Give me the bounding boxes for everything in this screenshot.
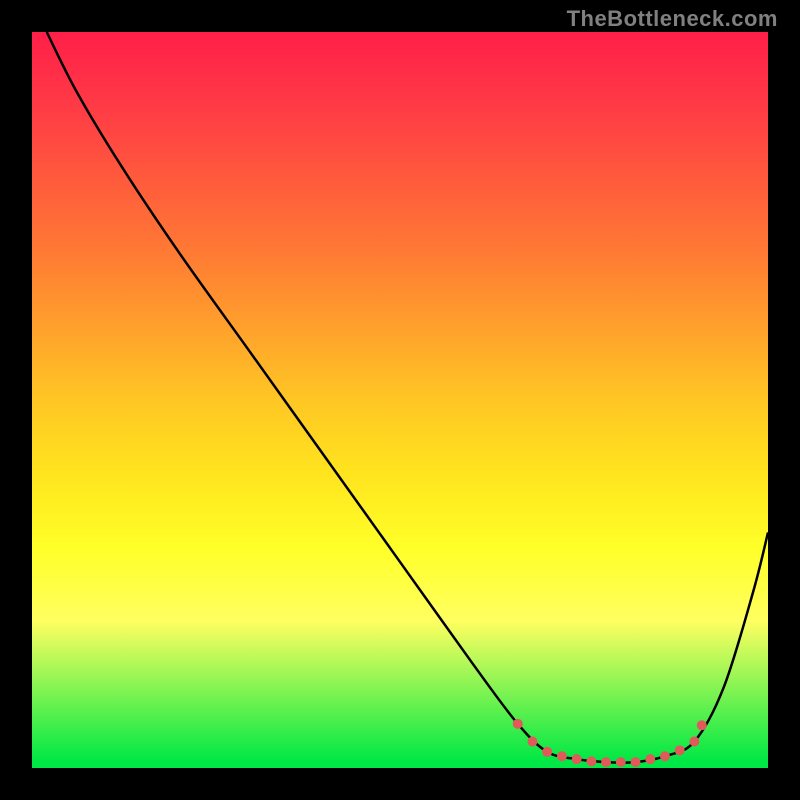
credit-text: TheBottleneck.com: [567, 6, 778, 32]
valley-marker-dot: [660, 751, 670, 761]
valley-marker-dot: [616, 757, 626, 767]
valley-marker-dot: [675, 745, 685, 755]
bottleneck-curve: [47, 32, 768, 763]
plot-area: [32, 32, 768, 768]
valley-marker-dot: [601, 757, 611, 767]
chart-frame: TheBottleneck.com: [0, 0, 800, 800]
valley-marker-dot: [631, 757, 641, 767]
valley-marker-dot: [527, 737, 537, 747]
valley-marker-dot: [542, 747, 552, 757]
valley-marker-dot: [557, 751, 567, 761]
valley-marker-dot: [689, 737, 699, 747]
valley-markers: [513, 719, 707, 767]
valley-marker-dot: [586, 756, 596, 766]
valley-marker-dot: [513, 719, 523, 729]
valley-marker-dot: [697, 720, 707, 730]
valley-marker-dot: [572, 754, 582, 764]
curve-layer: [32, 32, 768, 768]
valley-marker-dot: [645, 754, 655, 764]
